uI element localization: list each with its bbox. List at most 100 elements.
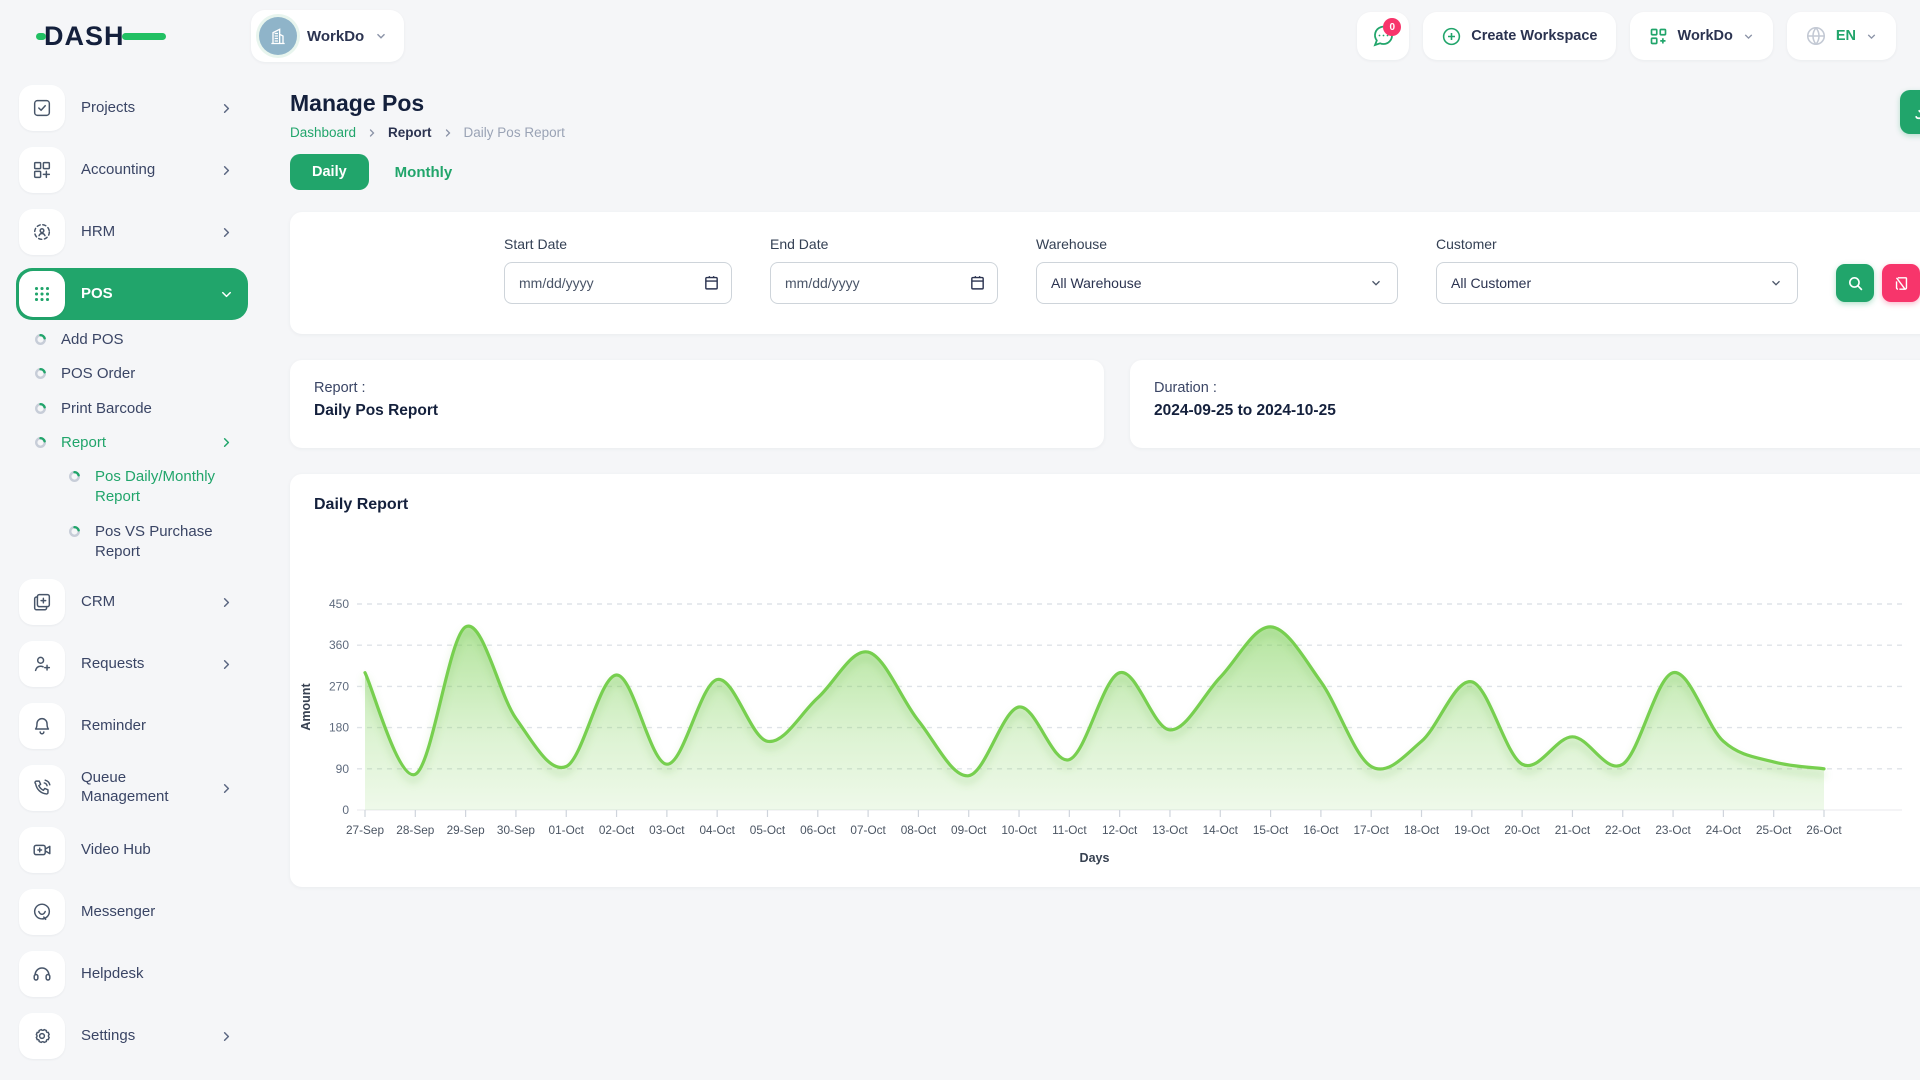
sidebar-item-accounting[interactable]: Accounting	[16, 144, 248, 196]
breadcrumb-item-report[interactable]: Report	[388, 125, 432, 140]
tab-daily[interactable]: Daily	[290, 154, 369, 190]
workdo-menu-button[interactable]: WorkDo	[1630, 12, 1773, 60]
workspace-name: WorkDo	[307, 28, 364, 45]
duration-value: 2024-09-25 to 2024-10-25	[1154, 402, 1920, 420]
svg-text:450: 450	[329, 597, 349, 611]
create-workspace-label: Create Workspace	[1471, 28, 1597, 44]
svg-text:06-Oct: 06-Oct	[800, 823, 836, 837]
sidebar-item-label: Video Hub	[81, 841, 234, 860]
svg-text:27-Sep: 27-Sep	[346, 823, 384, 837]
start-date-input[interactable]	[504, 262, 732, 304]
customer-select[interactable]: All Customer	[1436, 262, 1798, 304]
messages-button[interactable]: 0	[1357, 12, 1409, 60]
sidebar-item-reminder[interactable]: Reminder	[16, 700, 248, 752]
svg-text:90: 90	[336, 762, 350, 776]
messenger-icon	[19, 889, 65, 935]
sidebar-item-label: CRM	[81, 593, 203, 612]
svg-text:12-Oct: 12-Oct	[1102, 823, 1138, 837]
svg-text:24-Oct: 24-Oct	[1706, 823, 1742, 837]
sidebar-item-pos[interactable]: POS	[16, 268, 248, 320]
report-value: Daily Pos Report	[314, 402, 1080, 420]
breadcrumb-item-dashboard[interactable]: Dashboard	[290, 125, 356, 140]
sidebar-item-label: Pos Daily/Monthly Report	[95, 467, 234, 508]
sidebar-item-label: Messenger	[81, 903, 234, 922]
download-report-button[interactable]	[1900, 90, 1920, 134]
language-label: EN	[1836, 28, 1856, 44]
messages-count-badge: 0	[1383, 18, 1401, 36]
sidebar-item-projects[interactable]: Projects	[16, 82, 248, 134]
svg-text:22-Oct: 22-Oct	[1605, 823, 1641, 837]
dash-logo-icon: DASH	[36, 18, 166, 54]
svg-text:03-Oct: 03-Oct	[649, 823, 685, 837]
svg-text:Amount: Amount	[299, 683, 313, 731]
svg-text:04-Oct: 04-Oct	[699, 823, 735, 837]
breadcrumb-separator-icon	[442, 127, 454, 139]
chevron-right-icon	[219, 781, 234, 796]
sidebar-item-label: Projects	[81, 99, 203, 118]
svg-text:15-Oct: 15-Oct	[1253, 823, 1289, 837]
sidebar-item-report[interactable]: Report	[34, 433, 248, 453]
svg-text:21-Oct: 21-Oct	[1555, 823, 1591, 837]
daily-report-chart: 09018027036045027-Sep28-Sep29-Sep30-Sep0…	[292, 528, 1916, 866]
svg-text:180: 180	[329, 721, 349, 735]
sidebar-item-queue-management[interactable]: Queue Management	[16, 762, 248, 814]
chevron-down-icon	[374, 29, 388, 43]
chevron-right-icon	[219, 101, 234, 116]
queue-icon	[19, 765, 65, 811]
sidebar-item-settings[interactable]: Settings	[16, 1010, 248, 1062]
reset-filters-button[interactable]	[1882, 264, 1920, 302]
sidebar-item-label: Reminder	[81, 717, 234, 736]
sidebar-item-messenger[interactable]: Messenger	[16, 886, 248, 938]
sidebar-item-label: POS Order	[61, 364, 234, 384]
svg-text:25-Oct: 25-Oct	[1756, 823, 1792, 837]
svg-text:30-Sep: 30-Sep	[497, 823, 535, 837]
sidebar-item-helpdesk[interactable]: Helpdesk	[16, 948, 248, 1000]
sidebar-item-print-barcode[interactable]: Print Barcode	[34, 399, 248, 419]
sidebar-item-add-pos[interactable]: Add POS	[34, 330, 248, 350]
svg-text:270: 270	[329, 679, 349, 693]
download-icon	[1912, 102, 1920, 122]
breadcrumb: DashboardReportDaily Pos Report	[290, 125, 565, 140]
chart-title: Daily Report	[290, 496, 1920, 528]
chevron-right-icon	[219, 1029, 234, 1044]
report-summary-card: Report : Daily Pos Report	[290, 360, 1104, 448]
app-logo[interactable]: DASH	[36, 18, 251, 54]
svg-text:0: 0	[342, 803, 349, 817]
video-icon	[19, 827, 65, 873]
report-label: Report :	[314, 380, 1080, 396]
settings-icon	[19, 1013, 65, 1059]
workspace-selector[interactable]: WorkDo	[251, 10, 404, 62]
search-button[interactable]	[1836, 264, 1874, 302]
warehouse-selected-value: All Warehouse	[1051, 275, 1142, 291]
svg-text:28-Sep: 28-Sep	[396, 823, 434, 837]
chevron-down-icon	[1742, 30, 1755, 43]
chevron-down-icon	[219, 287, 234, 302]
building-icon	[268, 26, 288, 46]
bullet-icon	[34, 402, 47, 415]
sidebar-item-requests[interactable]: Requests	[16, 638, 248, 690]
sidebar-item-video-hub[interactable]: Video Hub	[16, 824, 248, 876]
helpdesk-icon	[19, 951, 65, 997]
requests-icon	[19, 641, 65, 687]
bullet-icon	[68, 470, 81, 483]
sidebar-item-pos-vs-purchase-report[interactable]: Pos VS Purchase Report	[68, 522, 248, 563]
svg-text:360: 360	[329, 638, 349, 652]
warehouse-select[interactable]: All Warehouse	[1036, 262, 1398, 304]
sidebar-item-label: Add POS	[61, 330, 234, 350]
sidebar-item-label: Report	[61, 433, 205, 453]
svg-text:10-Oct: 10-Oct	[1001, 823, 1037, 837]
sidebar-item-hrm[interactable]: HRM	[16, 206, 248, 258]
create-workspace-button[interactable]: Create Workspace	[1423, 12, 1615, 60]
tab-monthly[interactable]: Monthly	[395, 164, 453, 181]
sidebar-item-crm[interactable]: CRM	[16, 576, 248, 628]
start-date-label: Start Date	[504, 236, 732, 252]
language-selector[interactable]: EN	[1787, 12, 1896, 60]
sidebar-item-pos-order[interactable]: POS Order	[34, 364, 248, 384]
svg-text:18-Oct: 18-Oct	[1404, 823, 1440, 837]
sidebar-item-pos-daily-monthly-report[interactable]: Pos Daily/Monthly Report	[68, 467, 248, 508]
chevron-down-icon	[1865, 30, 1878, 43]
end-date-input[interactable]	[770, 262, 998, 304]
topbar: DASH WorkDo 0 Create Workspace	[0, 0, 1920, 72]
daily-report-card: Daily Report 0 90 180 270 360 450 27-Sep 28-Sep…	[290, 474, 1920, 887]
svg-text:14-Oct: 14-Oct	[1203, 823, 1239, 837]
